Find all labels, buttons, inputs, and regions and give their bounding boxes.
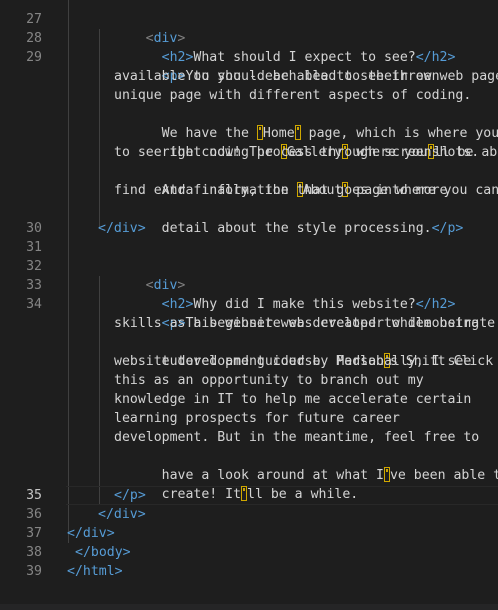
line-number: 35 [26, 488, 42, 503]
line-number: 31 [26, 240, 42, 255]
wrapped-line[interactable]: this as an opportunity to branch out my [0, 371, 498, 390]
code-line[interactable]: 29 <p>You should be able to see three we… [0, 48, 498, 84]
code-line[interactable]: 28 <h2>What should I expect to see?</h2> [0, 29, 498, 65]
line-number: 32 [26, 259, 42, 274]
line-number: 28 [26, 31, 42, 46]
bottom-panel-edge [0, 604, 498, 610]
wrapped-line[interactable]: create! It ll be a while. [0, 466, 498, 502]
paragraph-text: find extra information that goes into mo… [114, 183, 448, 198]
div-close-tag: </div> [98, 221, 146, 236]
p-close-tag: </p> [114, 488, 146, 503]
line-number: 34 [26, 297, 42, 312]
div-close-tag: </div> [98, 507, 146, 522]
code-line[interactable]: 30 </div> [0, 219, 498, 238]
wrapped-line[interactable]: We have the Home page, which is where yo… [0, 105, 498, 141]
line-number: 39 [26, 564, 42, 579]
wrapped-line[interactable]: website development course. Personally, … [0, 352, 498, 371]
div-close-tag: </div> [67, 526, 115, 541]
line-number: 33 [26, 278, 42, 293]
wrapped-line[interactable]: skills as a beginner web developer while… [0, 314, 498, 333]
paragraph-text: website development course. Personally, … [114, 354, 472, 369]
paragraph-text: skills as a beginner web developer while… [114, 316, 480, 331]
paragraph-text: unique page with different aspects of co… [114, 88, 472, 103]
code-line[interactable]: 33 <h2>Why did I make this website?</h2> [0, 276, 498, 312]
line-number: 27 [26, 12, 42, 27]
paragraph-text: knowledge in IT to help me accelerate ce… [114, 392, 472, 407]
wrapped-line[interactable]: tutored and guided by Madlab s Shift Clic… [0, 333, 498, 369]
wrapped-line[interactable]: available to you - each lead to their ow… [0, 67, 498, 86]
wrapped-line[interactable]: knowledge in IT to help me accelerate ce… [0, 390, 498, 409]
wrapped-line[interactable]: to see the coding process through screen… [0, 143, 498, 162]
code-line[interactable]: 37 </div> [0, 524, 498, 543]
code-line[interactable]: 38 </body> [0, 543, 498, 562]
code-line[interactable]: 27 <div> [0, 10, 498, 46]
body-close-tag: </body> [75, 545, 131, 560]
code-line[interactable]: 36 </div> [0, 505, 498, 524]
paragraph-text: available to you - each lead to their ow… [114, 69, 440, 84]
code-editor[interactable]: 27 <div> 28 <h2>What should I expect to … [0, 0, 498, 610]
wrapped-line[interactable]: find extra information that goes into mo… [0, 181, 498, 200]
wrapped-line[interactable]: And finally, the About page where you ca… [0, 162, 498, 198]
line-number: 37 [26, 526, 42, 541]
line-number: 29 [26, 50, 42, 65]
line-number: 38 [26, 545, 42, 560]
wrapped-line[interactable]: have a look around at what Ive been able… [0, 447, 498, 483]
paragraph-text: to see the coding process through screen… [114, 145, 480, 160]
code-line[interactable]: 34 <p>This website was created to demons… [0, 295, 498, 331]
line-number: 30 [26, 221, 42, 236]
code-line[interactable]: 39 </html> [0, 562, 498, 581]
wrapped-line[interactable]: unique page with different aspects of co… [0, 86, 498, 105]
wrapped-line[interactable]: detail about the style processing.</p> [0, 200, 498, 236]
wrapped-line[interactable]: right now! The Gallery where you ll be ab… [0, 124, 498, 160]
code-line[interactable]: 32 <div> [0, 257, 498, 293]
paragraph-text: this as an opportunity to branch out my [114, 373, 424, 388]
paragraph-text: development. But in the meantime, feel f… [114, 430, 480, 445]
code-line[interactable]: 31 [0, 238, 498, 257]
line-number: 36 [26, 507, 42, 522]
wrapped-line[interactable]: development. But in the meantime, feel f… [0, 428, 498, 447]
html-close-tag: </html> [67, 564, 123, 579]
code-line[interactable]: 35 </p> [0, 486, 498, 505]
wrapped-line[interactable]: learning prospects for future career [0, 409, 498, 428]
paragraph-text: learning prospects for future career [114, 411, 400, 426]
